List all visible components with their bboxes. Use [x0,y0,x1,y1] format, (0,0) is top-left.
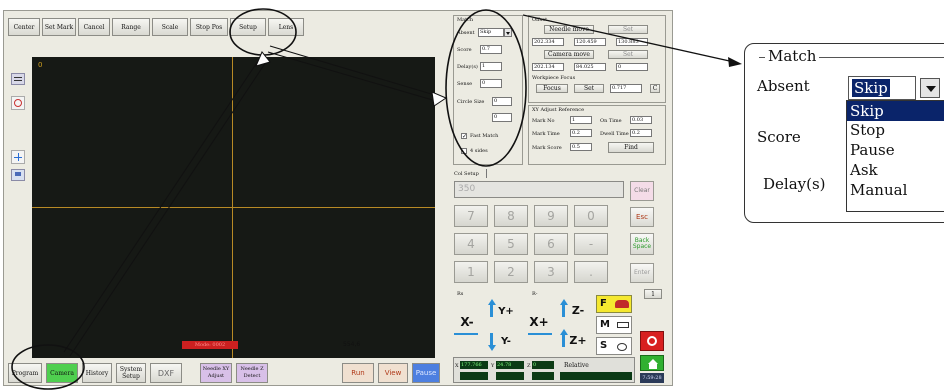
callout-title: Match [765,47,820,65]
match-highlight-outline [445,9,527,167]
callout-absent-select[interactable]: Skip [848,76,916,100]
callout-delay-label: Delay(s) [763,175,826,193]
callout-arrow-head [728,57,742,67]
chevron-down-icon [926,86,936,92]
callout-score-label: Score [757,128,801,146]
option-skip[interactable]: Skip [850,102,884,120]
match-callout: Match Absent Skip Score Delay(s) Skip St… [744,43,944,223]
arrow-line-a [63,57,261,353]
arrow-line-b [69,61,267,357]
callout-options-list[interactable]: Skip Stop Pause Ask Manual [846,100,944,212]
option-ask[interactable]: Ask [850,161,878,179]
option-manual[interactable]: Manual [850,181,907,199]
arrow-head-2 [431,91,448,107]
callout-selected-value: Skip [852,79,890,97]
arrow-line-d [267,51,437,102]
arrow-line-c [269,45,439,97]
callout-arrow-line [522,14,735,63]
option-pause[interactable]: Pause [850,141,895,159]
callout-absent-label: Absent [757,77,810,95]
setup-highlight-circle [229,8,297,56]
option-stop[interactable]: Stop [850,121,885,139]
callout-dropdown-button[interactable] [920,78,940,98]
